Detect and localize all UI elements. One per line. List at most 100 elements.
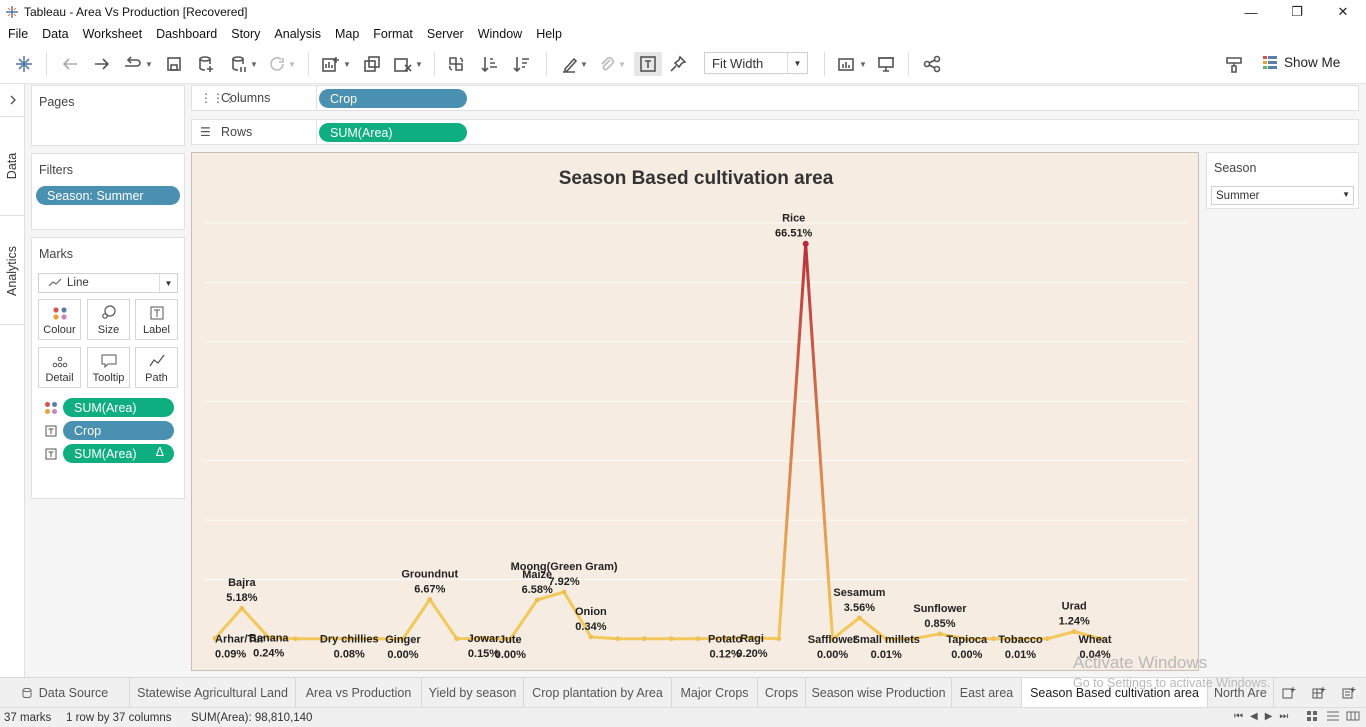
detail-button[interactable]: Detail (38, 347, 81, 388)
menu-window[interactable]: Window (478, 27, 522, 41)
sheet-navigation-arrows[interactable]: ⏮◀▶⏭ (1234, 711, 1295, 722)
clear-sheet-icon[interactable]: ▼ (390, 52, 426, 76)
pause-data-updates-icon[interactable]: ▼ (226, 52, 262, 76)
pages-card[interactable]: Pages (31, 85, 185, 146)
menu-server[interactable]: Server (427, 27, 464, 41)
undo-icon[interactable] (58, 52, 82, 76)
save-icon[interactable] (162, 52, 186, 76)
tab-crops[interactable]: Crops (758, 678, 806, 707)
tab-east-area[interactable]: East area (952, 678, 1022, 707)
data-point[interactable] (642, 636, 647, 642)
data-point[interactable] (802, 240, 809, 247)
viz-area[interactable]: Season Based cultivation area Arhar/Tur 0… (191, 152, 1199, 671)
mark-type-dropdown[interactable]: Line ▼ (38, 273, 178, 293)
data-point[interactable] (454, 636, 460, 642)
redo-icon[interactable] (90, 52, 114, 76)
new-data-source-icon[interactable] (194, 52, 218, 76)
data-point[interactable] (937, 631, 943, 637)
refresh-icon[interactable]: ▼ (264, 52, 300, 76)
menu-file[interactable]: File (8, 27, 28, 41)
menu-story[interactable]: Story (231, 27, 260, 41)
path-button[interactable]: Path (135, 347, 178, 388)
tab-area-vs-production[interactable]: Area vs Production (296, 678, 422, 707)
minimize-button[interactable]: — (1228, 0, 1274, 24)
tab-crop-plantation-by-area[interactable]: Crop plantation by Area (524, 678, 672, 707)
presentation-mode-icon[interactable] (874, 52, 898, 76)
columns-pill-crop[interactable]: Crop (319, 89, 467, 108)
columns-icon: ⋮⋮⋮ (200, 91, 236, 105)
swap-rows-columns-icon[interactable] (444, 52, 468, 76)
show-hide-cards-icon[interactable]: ▼ (834, 52, 870, 76)
restore-button[interactable]: ❐ (1274, 0, 1320, 24)
new-story-tab-icon[interactable] (1334, 678, 1364, 707)
show-mark-labels-icon[interactable] (634, 52, 662, 76)
collapse-chevron-icon[interactable] (0, 86, 25, 114)
marks-pill-sum-area-colour[interactable]: SUM(Area) (63, 398, 174, 417)
columns-shelf[interactable]: ⋮⋮⋮ Columns Crop (191, 85, 1359, 111)
colour-button[interactable]: Colour (38, 299, 81, 340)
season-filter-dropdown[interactable]: Summer ▼ (1211, 186, 1354, 205)
tab-major-crops[interactable]: Major Crops (672, 678, 758, 707)
grid-view-icon[interactable] (1306, 710, 1318, 725)
new-worksheet-tab-icon[interactable] (1274, 678, 1304, 707)
new-worksheet-icon[interactable]: ▼ (318, 52, 354, 76)
filmstrip-view-icon[interactable] (1346, 710, 1360, 725)
data-point[interactable] (561, 589, 567, 595)
menu-help[interactable]: Help (536, 27, 562, 41)
label-button[interactable]: Label (135, 299, 178, 340)
data-point[interactable] (615, 636, 621, 642)
highlight-icon[interactable]: ▼ (556, 52, 592, 76)
rows-shelf[interactable]: ☰ Rows SUM(Area) (191, 119, 1359, 145)
list-view-icon[interactable] (1326, 710, 1340, 725)
tab-data-source[interactable]: Data Source (0, 678, 130, 707)
close-button[interactable]: ✕ (1320, 0, 1366, 24)
data-label-crop: Onion (575, 606, 607, 618)
marks-pill-sum-area-label[interactable]: SUM(Area) Δ (63, 444, 174, 463)
data-label-crop: Bajra (228, 577, 256, 589)
menu-dashboard[interactable]: Dashboard (156, 27, 217, 41)
replay-icon[interactable]: ▼ (120, 52, 156, 76)
data-point[interactable] (857, 615, 862, 621)
data-point[interactable] (669, 636, 674, 642)
data-point[interactable] (534, 597, 540, 603)
menu-format[interactable]: Format (373, 27, 413, 41)
marks-pill-crop-label[interactable]: Crop (63, 421, 174, 440)
new-dashboard-tab-icon[interactable] (1304, 678, 1334, 707)
line-segment (428, 597, 459, 641)
rows-pill-sum-area[interactable]: SUM(Area) (319, 123, 467, 142)
fit-dropdown[interactable]: Fit Width ▼ (704, 52, 808, 74)
menu-map[interactable]: Map (335, 27, 359, 41)
data-point[interactable] (1071, 629, 1077, 635)
data-point[interactable] (293, 636, 298, 642)
data-point[interactable] (239, 605, 245, 611)
duplicate-sheet-icon[interactable] (360, 52, 384, 76)
size-button[interactable]: Size (87, 299, 130, 340)
line-chart[interactable]: Arhar/Tur0.09%Bajra5.18%Banana0.24%Dry c… (192, 153, 1198, 670)
data-point[interactable] (588, 634, 594, 640)
data-point[interactable] (776, 636, 782, 642)
data-point[interactable] (1044, 636, 1050, 642)
tab-statewise-agricultural-land[interactable]: Statewise Agricultural Land (130, 678, 296, 707)
filter-pill-season[interactable]: Season: Summer (36, 186, 180, 205)
presenter-icon[interactable] (1222, 52, 1246, 76)
menu-analysis[interactable]: Analysis (274, 27, 321, 41)
tab-season-wise-production[interactable]: Season wise Production (806, 678, 952, 707)
sort-descending-icon[interactable] (510, 52, 534, 76)
menu-worksheet[interactable]: Worksheet (83, 27, 143, 41)
show-me-button[interactable]: Show Me (1262, 54, 1340, 70)
share-icon[interactable] (920, 52, 944, 76)
group-members-icon[interactable]: ▼ (594, 52, 630, 76)
tab-yield-by-season[interactable]: Yield by season (422, 678, 524, 707)
tab-analytics[interactable]: Analytics (0, 217, 25, 325)
fix-axes-icon[interactable] (666, 52, 690, 76)
status-sum: SUM(Area): 98,810,140 (191, 712, 313, 724)
tab-data[interactable]: Data (0, 116, 25, 216)
sort-ascending-icon[interactable] (478, 52, 502, 76)
tooltip-button[interactable]: Tooltip (87, 347, 130, 388)
data-point[interactable] (695, 636, 701, 642)
data-point[interactable] (991, 636, 997, 642)
data-label: Ginger 0.00% (385, 634, 421, 661)
data-point[interactable] (427, 596, 433, 602)
tableau-home-icon[interactable] (12, 52, 36, 76)
menu-data[interactable]: Data (42, 27, 68, 41)
